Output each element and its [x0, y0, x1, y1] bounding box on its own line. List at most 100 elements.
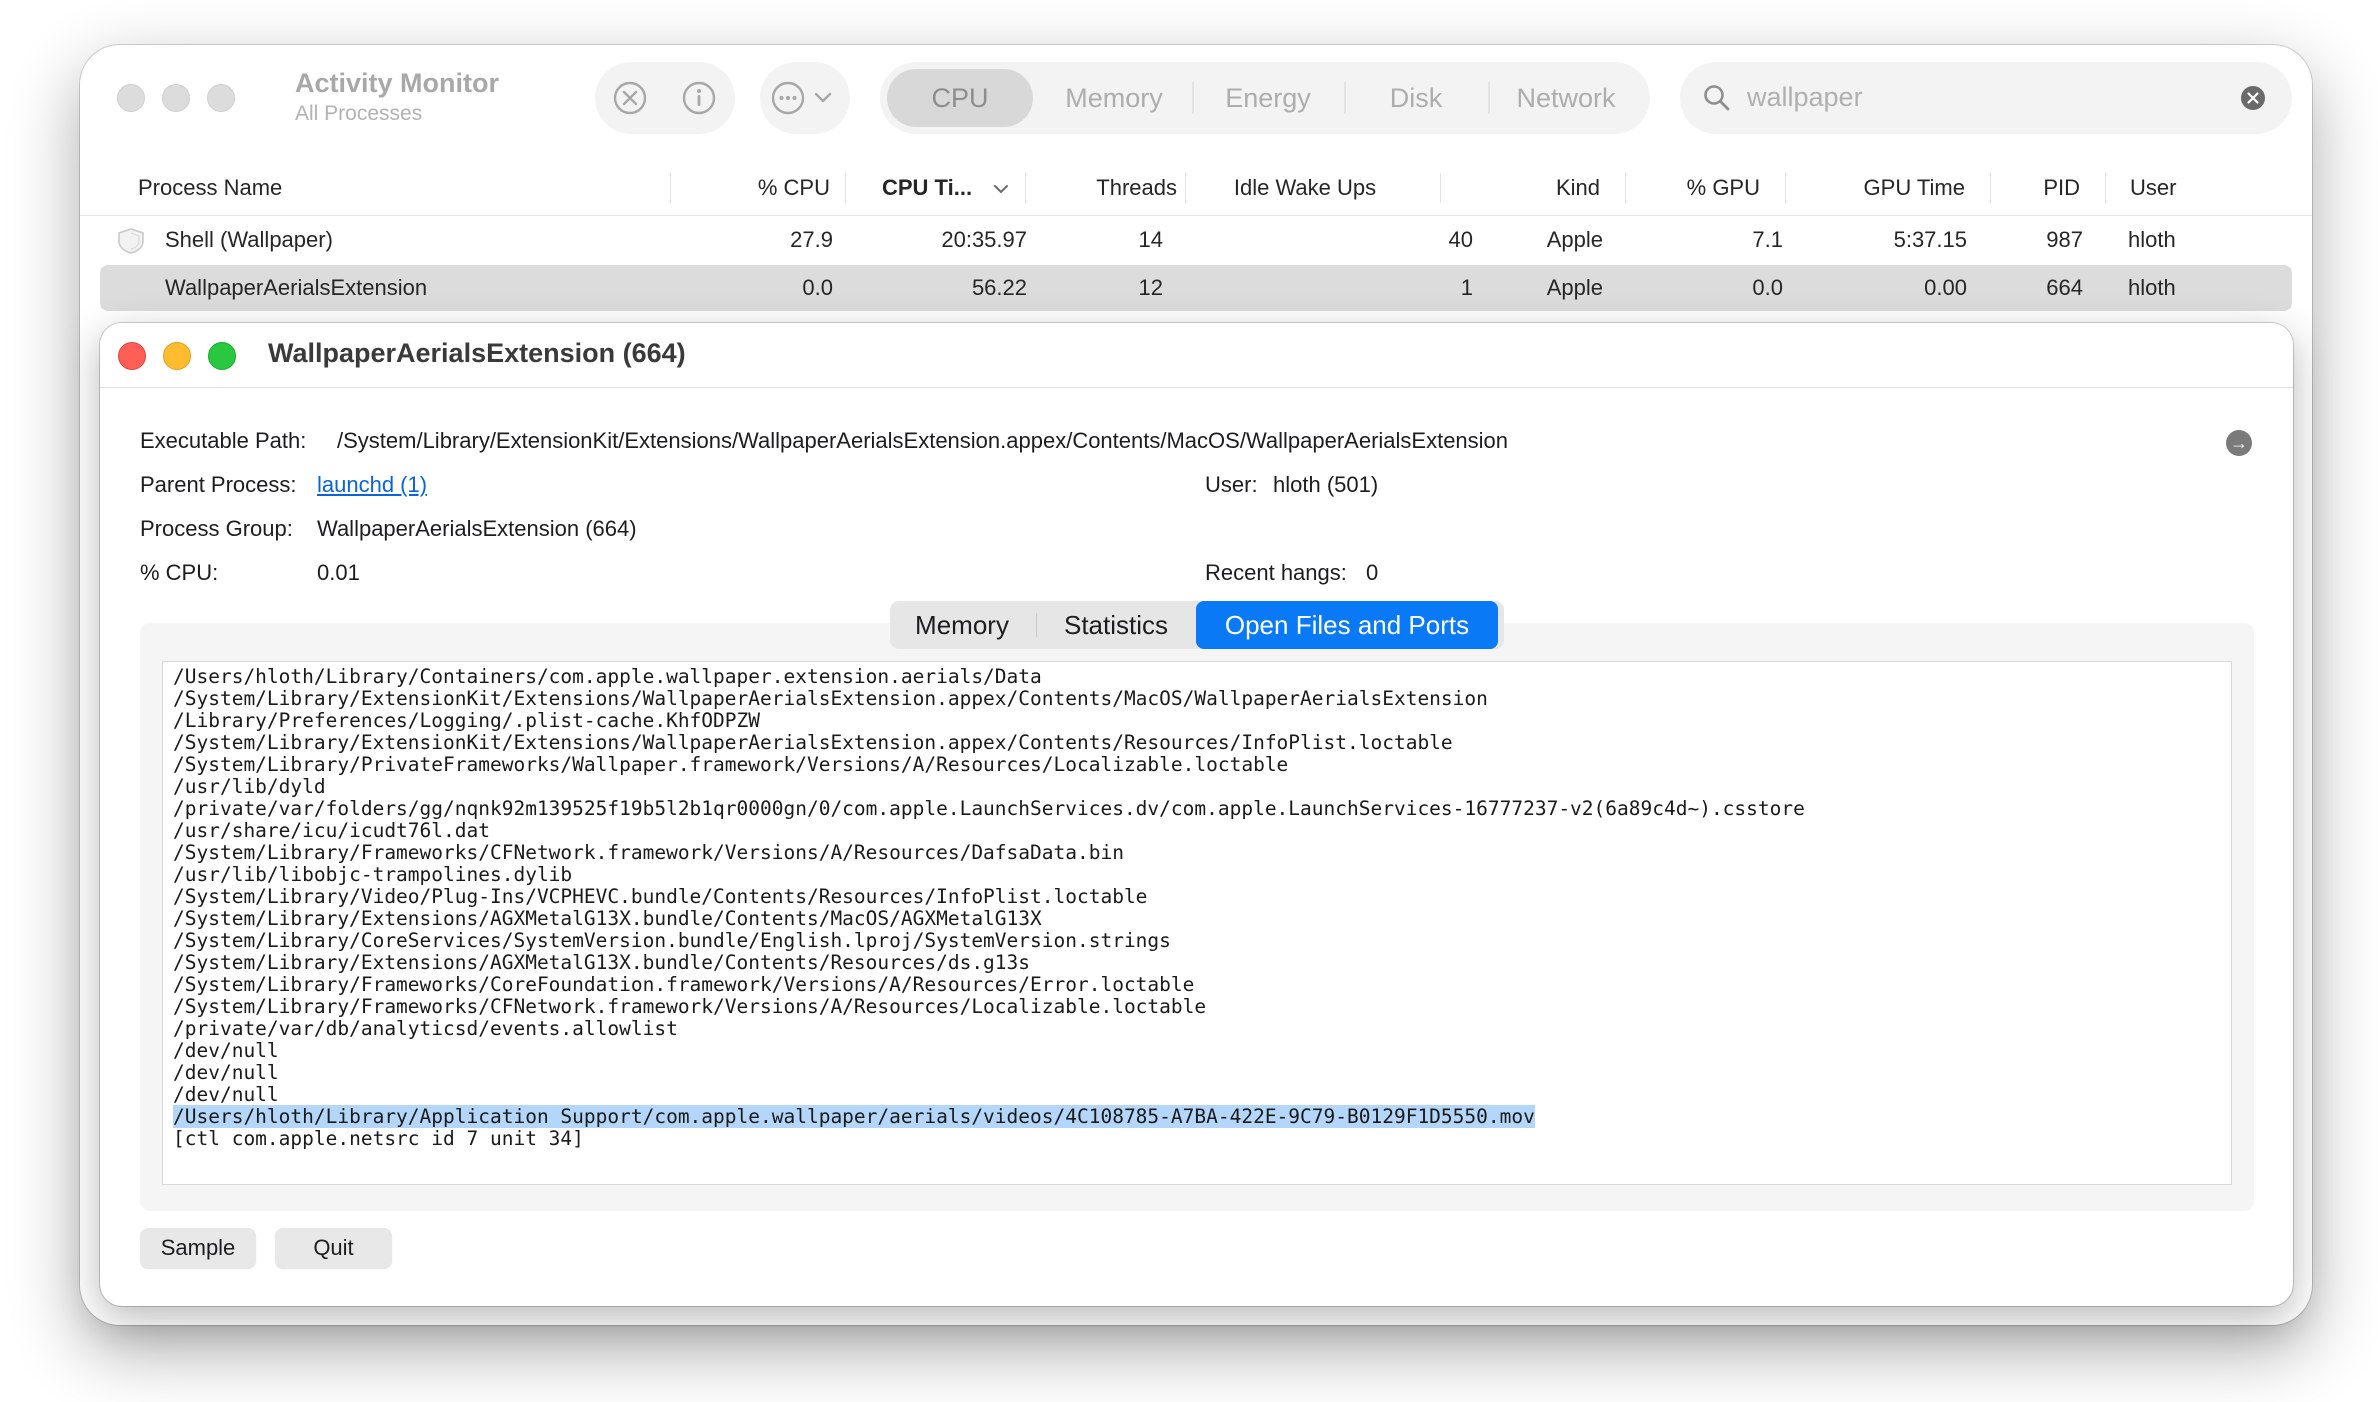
column-cpu[interactable]: % CPU — [680, 160, 830, 216]
file-entry[interactable]: /private/var/db/analyticsd/events.allowl… — [173, 1018, 2221, 1040]
tab-disk[interactable]: Disk — [1346, 69, 1486, 127]
file-entry[interactable]: /dev/null — [173, 1062, 2221, 1084]
file-entry[interactable]: /System/Library/Video/Plug-Ins/VCPHEVC.b… — [173, 886, 2221, 908]
search-field[interactable]: wallpaper — [1680, 62, 2292, 134]
close-window-button[interactable] — [117, 84, 145, 112]
column-user[interactable]: User — [2130, 160, 2176, 216]
tab-network[interactable]: Network — [1490, 69, 1642, 127]
tab-statistics[interactable]: Statistics — [1038, 601, 1194, 649]
file-path: /System/Library/Frameworks/CoreFoundatio… — [173, 973, 1195, 996]
recent-hangs-value: 0 — [1366, 560, 1379, 585]
process-group-label: Process Group: — [140, 516, 293, 541]
search-icon — [1704, 85, 1730, 111]
column-threads[interactable]: Threads — [1040, 160, 1177, 216]
file-path: /dev/null — [173, 1039, 279, 1062]
tab-memory[interactable]: Memory — [1038, 69, 1190, 127]
executable-path-label: Executable Path: — [140, 428, 307, 453]
file-entry[interactable]: /System/Library/ExtensionKit/Extensions/… — [173, 688, 2221, 710]
app-title: Activity Monitor — [295, 68, 500, 98]
close-button[interactable] — [118, 342, 146, 370]
process-name: Shell (Wallpaper) — [165, 227, 333, 252]
file-entry[interactable]: /System/Library/Frameworks/CFNetwork.fra… — [173, 996, 2221, 1018]
file-entry[interactable]: /System/Library/ExtensionKit/Extensions/… — [173, 732, 2221, 754]
file-entry[interactable]: /usr/share/icu/icudt76l.dat — [173, 820, 2221, 842]
file-path: /dev/null — [173, 1083, 279, 1106]
idle-wake-ups-value: 1 — [1460, 275, 1473, 300]
file-path: /usr/lib/libobjc-trampolines.dylib — [173, 863, 573, 886]
tab-open-files-and-ports[interactable]: Open Files and Ports — [1196, 601, 1498, 649]
process-info-window: WallpaperAerialsExtension (664) Executab… — [100, 323, 2293, 1306]
pid-value: 987 — [2046, 227, 2083, 252]
file-path: /System/Library/CoreServices/SystemVersi… — [173, 929, 1171, 952]
file-entry[interactable]: /Users/hloth/Library/Containers/com.appl… — [173, 666, 2221, 688]
threads-value: 12 — [1138, 275, 1163, 300]
table-header: Process Name % CPU CPU Ti... Threads Idl… — [80, 160, 2312, 216]
minimize-button[interactable] — [163, 342, 191, 370]
column-gpu-time[interactable]: GPU Time — [1800, 160, 1965, 216]
file-path: [ctl com.apple.netsrc id 7 unit 34] — [173, 1127, 584, 1150]
file-path: /System/Library/Frameworks/CFNetwork.fra… — [173, 841, 1124, 864]
column-pid[interactable]: PID — [2000, 160, 2080, 216]
go-arrow-icon[interactable]: → — [2226, 430, 2252, 456]
file-entry[interactable]: /dev/null — [173, 1084, 2221, 1106]
minimize-window-button[interactable] — [162, 84, 190, 112]
process-name: WallpaperAerialsExtension — [165, 275, 428, 300]
open-files-list[interactable]: /Users/hloth/Library/Containers/com.appl… — [162, 661, 2232, 1185]
file-entry[interactable]: /System/Library/Extensions/AGXMetalG13X.… — [173, 952, 2221, 974]
file-path: /dev/null — [173, 1061, 279, 1084]
more-actions-button[interactable] — [760, 62, 850, 134]
zoom-button[interactable] — [208, 342, 236, 370]
stop-process-icon[interactable] — [612, 80, 648, 116]
file-entry-selected[interactable]: /Users/hloth/Library/Application Support… — [173, 1105, 2221, 1128]
file-path: /System/Library/Extensions/AGXMetalG13X.… — [173, 951, 1031, 974]
file-entry[interactable]: /System/Library/Frameworks/CFNetwork.fra… — [173, 842, 2221, 864]
parent-process-label: Parent Process: — [140, 472, 297, 497]
column-cpu-time[interactable]: CPU Ti... — [882, 160, 972, 216]
file-path: /System/Library/PrivateFrameworks/Wallpa… — [173, 753, 1289, 776]
sample-button[interactable]: Sample — [140, 1228, 256, 1268]
process-actions-group — [595, 62, 735, 134]
file-entry[interactable]: /System/Library/CoreServices/SystemVersi… — [173, 930, 2221, 952]
idle-wake-ups-value: 40 — [1448, 227, 1473, 252]
tab-memory-details[interactable]: Memory — [890, 601, 1034, 649]
tab-cpu[interactable]: CPU — [887, 69, 1033, 127]
clear-search-icon[interactable] — [2240, 85, 2266, 111]
search-input[interactable]: wallpaper — [1747, 82, 1863, 113]
parent-process-link[interactable]: launchd (1) — [317, 472, 427, 498]
column-gpu[interactable]: % GPU — [1640, 160, 1760, 216]
file-entry[interactable]: /System/Library/PrivateFrameworks/Wallpa… — [173, 754, 2221, 776]
info-icon[interactable] — [681, 80, 717, 116]
file-entry[interactable]: /dev/null — [173, 1040, 2221, 1062]
file-path: /Users/hloth/Library/Application Support… — [173, 1105, 1535, 1128]
file-entry[interactable]: /private/var/folders/gg/nqnk92m139525f19… — [173, 798, 2221, 820]
file-entry[interactable]: /Library/Preferences/Logging/.plist-cach… — [173, 710, 2221, 732]
file-path: /usr/lib/dyld — [173, 775, 326, 798]
user-value: hloth (501) — [1273, 472, 1379, 497]
threads-value: 14 — [1138, 227, 1163, 252]
process-group-value: WallpaperAerialsExtension (664) — [317, 516, 637, 541]
sort-chevron-icon — [994, 185, 1008, 194]
view-segmented-control: CPU Memory Energy Disk Network — [880, 62, 1650, 134]
file-path: /usr/share/icu/icudt76l.dat — [173, 819, 490, 842]
chevron-down-icon — [814, 92, 832, 103]
column-idle-wake-ups[interactable]: Idle Wake Ups — [1185, 160, 1425, 216]
tab-energy[interactable]: Energy — [1194, 69, 1342, 127]
file-entry[interactable]: /usr/lib/libobjc-trampolines.dylib — [173, 864, 2221, 886]
table-row[interactable]: Shell (Wallpaper) 27.9 20:35.97 14 40 Ap… — [100, 217, 2292, 263]
column-kind[interactable]: Kind — [1460, 160, 1600, 216]
file-entry[interactable]: /System/Library/Extensions/AGXMetalG13X.… — [173, 908, 2221, 930]
cpu-value: 0.0 — [802, 275, 833, 300]
user-value: hloth — [2128, 275, 2176, 300]
quit-button[interactable]: Quit — [275, 1228, 392, 1268]
file-path: /System/Library/Extensions/AGXMetalG13X.… — [173, 907, 1042, 930]
file-entry[interactable]: /System/Library/Frameworks/CoreFoundatio… — [173, 974, 2221, 996]
cpu-value: 0.01 — [317, 560, 360, 585]
file-path: /private/var/folders/gg/nqnk92m139525f19… — [173, 797, 1805, 820]
user-value: hloth — [2128, 227, 2176, 252]
user-label: User: — [1205, 472, 1258, 497]
column-process-name[interactable]: Process Name — [138, 160, 282, 216]
file-entry[interactable]: [ctl com.apple.netsrc id 7 unit 34] — [173, 1128, 2221, 1150]
table-row-selected[interactable]: WallpaperAerialsExtension 0.0 56.22 12 1… — [100, 265, 2292, 311]
zoom-window-button[interactable] — [207, 84, 235, 112]
file-entry[interactable]: /usr/lib/dyld — [173, 776, 2221, 798]
